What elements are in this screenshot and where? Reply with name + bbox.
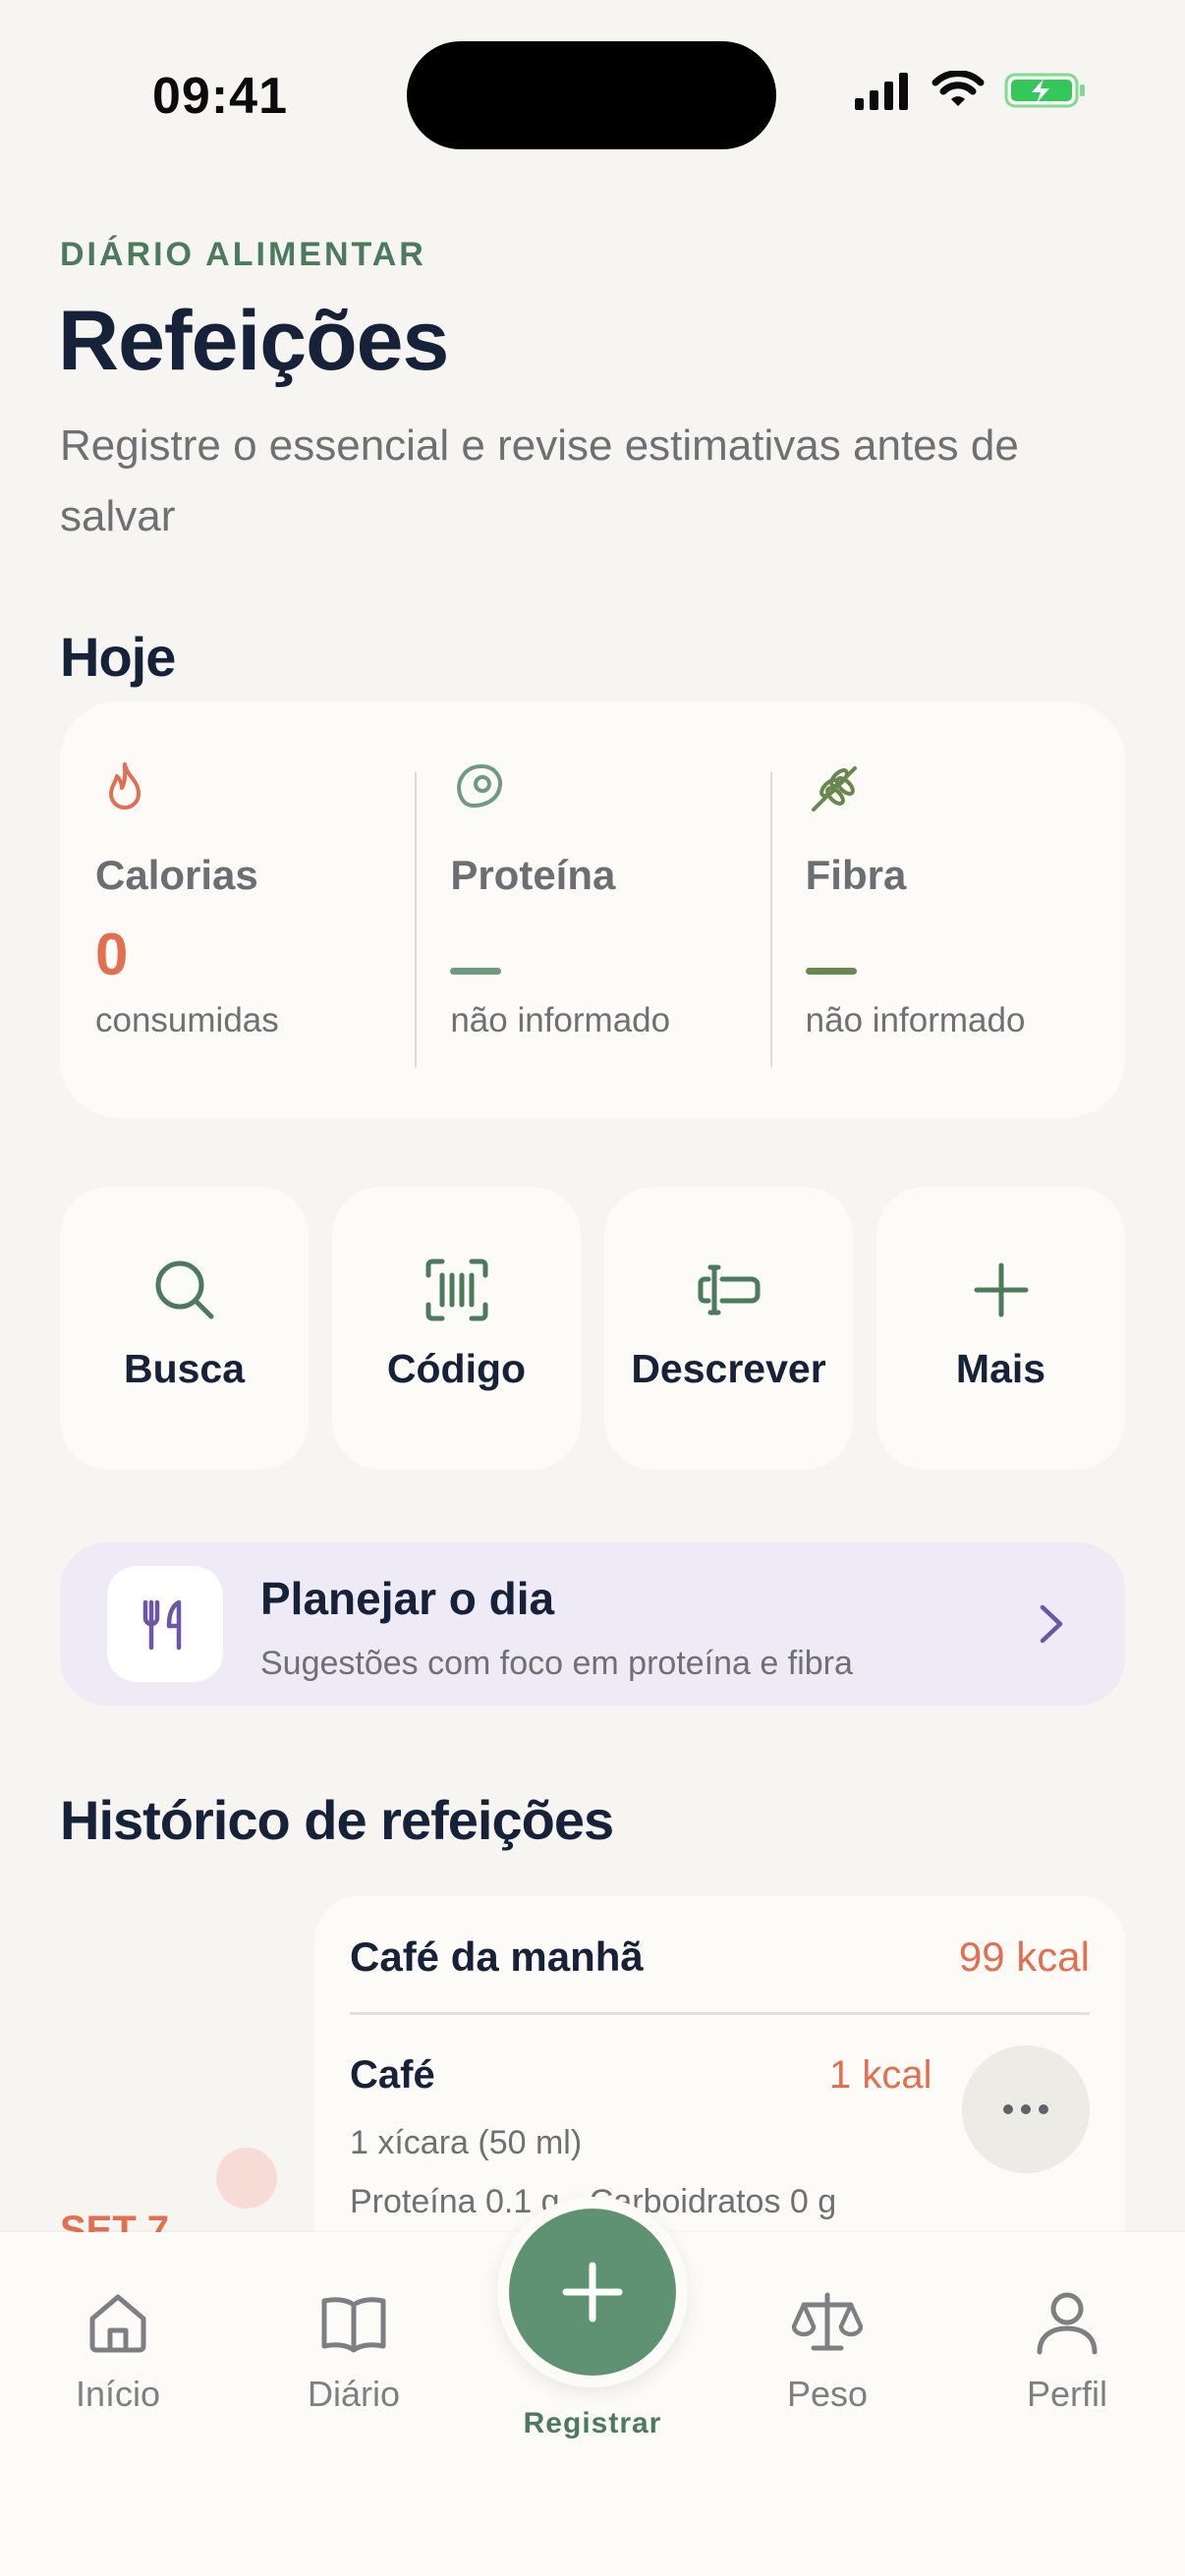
item-options-button[interactable]: [962, 2045, 1090, 2173]
nav-item-home[interactable]: Início: [20, 2287, 216, 2415]
meal-name: Café da manhã: [350, 1933, 644, 1980]
status-time: 09:41: [152, 68, 288, 125]
plan-title: Planejar o dia: [260, 1573, 555, 1624]
scale-icon: [792, 2292, 863, 2351]
status-icons: [853, 71, 1087, 110]
chevron-right-icon: [1040, 1604, 1063, 1644]
date-badge: [216, 2148, 277, 2209]
meal-kcal: 99 kcal: [958, 1933, 1090, 1980]
plus-icon: [974, 1262, 1028, 1317]
bottom-nav: Início Diário Registrar Peso Perfil: [0, 2197, 1185, 2576]
user-icon: [1037, 2292, 1098, 2355]
plan-subtitle: Sugestões com foco em proteína e fibra: [260, 1645, 853, 1682]
barcode-scan-icon: [425, 1259, 487, 1321]
book-icon: [321, 2297, 386, 2353]
section-eyebrow: DIÁRIO ALIMENTAR: [60, 236, 426, 273]
quick-actions: Busca Código Descrever Mais: [60, 1187, 1125, 1470]
search-icon: [155, 1260, 213, 1319]
metric-calories: Calorias 0 consumidas: [60, 758, 415, 1118]
metric-fiber: Fibra não informado: [769, 758, 1125, 1118]
nav-label: Diário: [307, 2374, 401, 2414]
empty-value-dash: [450, 968, 502, 975]
metric-label: Fibra: [805, 852, 907, 898]
meat-icon: [457, 763, 503, 809]
action-label: Código: [386, 1346, 527, 1391]
nav-item-diary[interactable]: Diário: [255, 2287, 452, 2415]
screen: 09:41 DIÁRIO ALIMENTAR Refeições Registr…: [0, 0, 1185, 2576]
home-icon: [89, 2294, 146, 2353]
page-title: Refeições: [58, 294, 449, 388]
today-summary-card[interactable]: Calorias 0 consumidas Proteína não infor…: [60, 701, 1125, 1118]
divider: [350, 2012, 1090, 2015]
nav-label: Perfil: [1026, 2374, 1108, 2414]
metric-label: Proteína: [450, 852, 616, 898]
nav-label: Peso: [786, 2374, 869, 2414]
nav-item-weight[interactable]: Peso: [729, 2287, 926, 2415]
plan-day-banner[interactable]: Planejar o dia Sugestões com foco em pro…: [60, 1542, 1125, 1706]
food-item-portion: 1 xícara (50 ml): [350, 2124, 583, 2161]
ellipsis-icon: [1003, 2104, 1048, 2114]
register-label: Registrar: [523, 2407, 662, 2439]
wheat-icon: [811, 766, 857, 812]
flame-icon: [109, 762, 141, 810]
battery-charging-icon: [1004, 73, 1085, 108]
metric-sub: não informado: [450, 1001, 671, 1039]
plus-icon: [562, 2262, 623, 2323]
nav-label: Início: [75, 2374, 161, 2414]
barcode-button[interactable]: Código: [332, 1187, 581, 1470]
text-cursor-icon: [698, 1264, 760, 1316]
metric-sub: não informado: [805, 1001, 1026, 1039]
action-label: Busca: [123, 1346, 246, 1391]
signal-icon: [855, 73, 908, 110]
empty-value-dash: [805, 968, 857, 975]
metric-value: [805, 921, 1125, 991]
more-button[interactable]: Mais: [876, 1187, 1125, 1470]
action-label: Mais: [955, 1346, 1046, 1391]
page-subtitle: Registre o essencial e revise estimativa…: [60, 421, 1019, 540]
history-title: Histórico de refeições: [60, 1789, 614, 1851]
search-button[interactable]: Busca: [60, 1187, 309, 1470]
dynamic-island: [407, 41, 776, 149]
food-item-name: Café: [350, 2053, 435, 2097]
metric-protein: Proteína não informado: [415, 758, 769, 1118]
register-button[interactable]: [509, 2209, 676, 2376]
food-item-kcal: 1 kcal: [829, 2053, 932, 2097]
action-label: Descrever: [631, 1346, 826, 1391]
metric-label: Calorias: [95, 852, 258, 898]
nav-item-profile[interactable]: Perfil: [969, 2287, 1165, 2415]
wifi-icon: [931, 71, 985, 106]
plan-icon-box: [107, 1566, 223, 1682]
describe-button[interactable]: Descrever: [604, 1187, 853, 1470]
utensils-icon: [142, 1599, 182, 1651]
metric-value: 0: [95, 922, 129, 987]
today-title: Hoje: [60, 626, 176, 688]
metric-sub: consumidas: [95, 1001, 279, 1039]
meal-card[interactable]: Café da manhã 99 kcal Café 1 kcal 1 xíca…: [314, 1896, 1125, 2289]
metric-value: [450, 921, 769, 991]
